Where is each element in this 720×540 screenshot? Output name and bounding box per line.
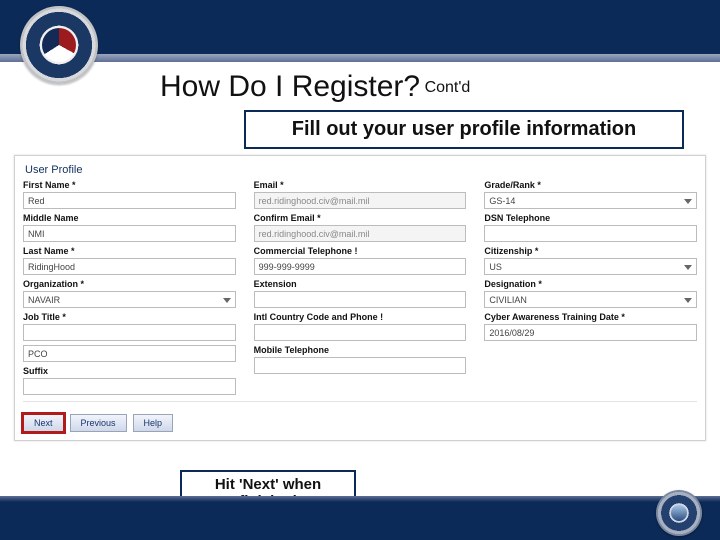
callout-top: Fill out your user profile information: [244, 110, 684, 149]
text-input[interactable]: [23, 378, 236, 395]
field-label: DSN Telephone: [484, 213, 697, 223]
field-label: Organization *: [23, 279, 236, 289]
divider: [23, 401, 697, 402]
text-input[interactable]: 999-999-9999: [254, 258, 467, 275]
field-label: Confirm Email *: [254, 213, 467, 223]
previous-button[interactable]: Previous: [70, 414, 127, 432]
text-input[interactable]: Red: [23, 192, 236, 209]
form-column: Grade/Rank * GS-14 DSN Telephone Citizenshi…: [484, 180, 697, 397]
form-field: Intl Country Code and Phone !: [254, 312, 467, 341]
dropdown-input[interactable]: CIVILIAN: [484, 291, 697, 308]
header-stripe: [0, 54, 720, 62]
field-label: Job Title *: [23, 312, 236, 322]
form-field: Citizenship * US: [484, 246, 697, 275]
field-label: Mobile Telephone: [254, 345, 467, 355]
field-label: Extension: [254, 279, 467, 289]
form-field: Last Name * RidingHood: [23, 246, 236, 275]
field-label: Designation *: [484, 279, 697, 289]
dropdown-input[interactable]: GS-14: [484, 192, 697, 209]
form-field: Confirm Email * red.ridinghood.civ@mail.m…: [254, 213, 467, 242]
dropdown-input[interactable]: US: [484, 258, 697, 275]
form-field: Job Title *: [23, 312, 236, 341]
dropdown-input[interactable]: NAVAIR: [23, 291, 236, 308]
form-field: Grade/Rank * GS-14: [484, 180, 697, 209]
text-input[interactable]: NMI: [23, 225, 236, 242]
title-sub: Cont'd: [425, 79, 471, 96]
field-label: Middle Name: [23, 213, 236, 223]
form-field: PCO: [23, 345, 236, 362]
text-input[interactable]: [254, 357, 467, 374]
field-label: Commercial Telephone !: [254, 246, 467, 256]
form-field: Extension: [254, 279, 467, 308]
text-input[interactable]: [254, 324, 467, 341]
field-label: Last Name *: [23, 246, 236, 256]
text-input[interactable]: [484, 225, 697, 242]
help-button[interactable]: Help: [133, 414, 174, 432]
form-field: Suffix: [23, 366, 236, 395]
field-label: Citizenship *: [484, 246, 697, 256]
field-label: First Name *: [23, 180, 236, 190]
text-input[interactable]: [23, 324, 236, 341]
form-field: Middle Name NMI: [23, 213, 236, 242]
field-label: Grade/Rank *: [484, 180, 697, 190]
title-main: How Do I Register?: [160, 70, 420, 103]
section-title: User Profile: [23, 162, 697, 180]
form-field: Commercial Telephone ! 999-999-9999: [254, 246, 467, 275]
form-field: First Name * Red: [23, 180, 236, 209]
form-screenshot: User Profile First Name * Red Middle Name N…: [14, 155, 706, 441]
form-field: Organization * NAVAIR: [23, 279, 236, 308]
form-field: DSN Telephone: [484, 213, 697, 242]
field-label: Email *: [254, 180, 467, 190]
text-input[interactable]: red.ridinghood.civ@mail.mil: [254, 225, 467, 242]
form-field: Mobile Telephone: [254, 345, 467, 374]
text-input[interactable]: 2016/08/29: [484, 324, 697, 341]
text-input[interactable]: PCO: [23, 345, 236, 362]
button-row: Next Previous Help: [23, 408, 697, 436]
form-field: Email * red.ridinghood.civ@mail.mil: [254, 180, 467, 209]
form-field: Cyber Awareness Training Date * 2016/08/2…: [484, 312, 697, 341]
field-label: Cyber Awareness Training Date *: [484, 312, 697, 322]
footer-glow: [0, 496, 720, 502]
dod-seal-icon: [656, 490, 702, 536]
text-input[interactable]: [254, 291, 467, 308]
text-input[interactable]: red.ridinghood.civ@mail.mil: [254, 192, 467, 209]
field-label: Suffix: [23, 366, 236, 376]
form-column: Email *red.ridinghood.civ@mail.milConfir…: [254, 180, 467, 397]
header-bar: [0, 0, 720, 54]
agency-seal-icon: [20, 6, 98, 84]
text-input[interactable]: RidingHood: [23, 258, 236, 275]
form-field: Designation * CIVILIAN: [484, 279, 697, 308]
field-label: Intl Country Code and Phone !: [254, 312, 467, 322]
footer-bar: [0, 502, 720, 540]
form-column: First Name * Red Middle Name NMI Last Name *…: [23, 180, 236, 397]
slide-title: How Do I Register? Cont'd: [0, 62, 720, 106]
next-button[interactable]: Next: [23, 414, 64, 432]
